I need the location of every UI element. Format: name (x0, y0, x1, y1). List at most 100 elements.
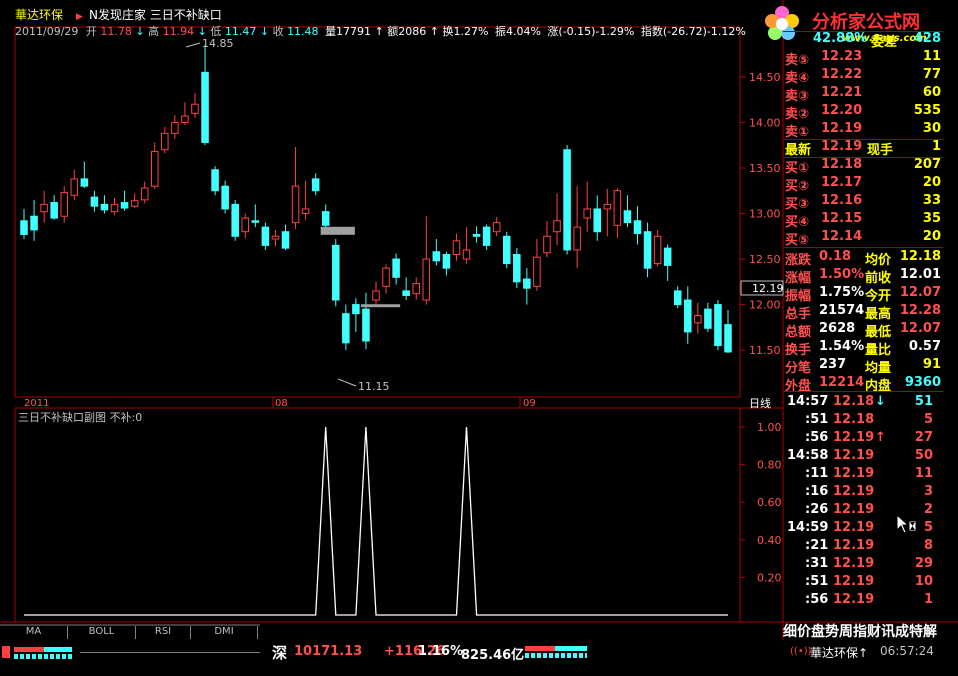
signal-icon: ((•)) (790, 646, 812, 657)
index-pct: 1.16% (418, 644, 464, 659)
sell-label: 卖② (785, 107, 810, 122)
down-arrow-icon: ↓ (135, 25, 144, 38)
candle-body (70, 178, 79, 196)
price-tick-label: 13.00 (749, 208, 781, 221)
candle-body (462, 249, 471, 260)
tick-volume: 11 (914, 466, 933, 481)
stat-value: 12.01 (899, 267, 941, 282)
candle (311, 173, 320, 196)
candle (442, 251, 451, 276)
candle-body (362, 308, 370, 342)
buy-price: 12.15 (821, 211, 863, 226)
tick-row: 14:58 12.19 50 (783, 448, 943, 466)
buy-price: 12.14 (821, 229, 863, 244)
tab-rsi[interactable]: RSI (136, 626, 191, 639)
price-tick-label: 12.00 (749, 299, 781, 312)
latest-row: 最新 12.19 现手 1 (783, 139, 943, 158)
tab-ma[interactable]: MA (0, 626, 68, 639)
hand-value: 1 (931, 139, 941, 154)
latest-price: 12.19 (821, 139, 863, 154)
candle (100, 195, 109, 214)
gap-marker (360, 304, 401, 308)
info-amplitude: 振4.04% (495, 24, 541, 38)
stat-row: 总额 2628 最低 12.07 (783, 321, 943, 340)
tick-row: :51 12.19 10 (783, 574, 943, 592)
sell-volume: 535 (913, 103, 941, 118)
mini-bar-down (44, 647, 72, 652)
candle-body (704, 308, 712, 329)
tick-time: :26 (805, 502, 829, 517)
candle-body (412, 283, 420, 295)
tick-time: :11 (805, 466, 829, 481)
candle (553, 193, 561, 246)
candle-body (502, 235, 511, 265)
buy-level-row: 买⑤ 12.14 20 (783, 229, 943, 248)
period-label[interactable]: 日线 (749, 396, 771, 410)
candle-body (261, 226, 270, 246)
tick-row: :56 12.19 ↑ 27 (783, 430, 943, 448)
tick-row: 14:59 12.19 5 (783, 520, 943, 538)
tick-time: 14:58 (787, 448, 829, 463)
candle-body (422, 258, 431, 301)
stat-row: 换手 1.54% 量比 0.57 (783, 339, 943, 358)
candle-body (613, 190, 622, 226)
candle (50, 195, 58, 220)
candle-body (673, 290, 682, 306)
candle-body (543, 235, 551, 254)
sell-price: 12.21 (821, 85, 863, 100)
candle-body (563, 149, 571, 251)
candle (573, 186, 581, 269)
candle (161, 126, 169, 154)
candle (643, 222, 652, 278)
mini-bar-up (14, 647, 44, 652)
status-stock[interactable]: 華达环保↑ (810, 644, 868, 661)
candle-body (201, 71, 209, 143)
stat-label: 最高 (865, 307, 892, 322)
candle-body (30, 215, 38, 231)
candle-body (281, 231, 290, 249)
tick-arrow-icon: ↓ (875, 394, 886, 409)
low-marker: 11.15 (358, 380, 390, 393)
price-chart-frame (14, 26, 741, 398)
price-axis: 14.50 14.00 13.50 13.00 12.50 12.00 11.50 (740, 71, 781, 357)
stat-row: 涨跌 0.18 均价 12.18 (783, 249, 943, 268)
candle (372, 281, 380, 305)
candle-body (684, 299, 692, 333)
stat-label: 前收 (865, 271, 892, 286)
candle-body (694, 315, 702, 324)
candle (422, 216, 431, 305)
candle-body (321, 211, 330, 226)
tab-dmi[interactable]: DMI (191, 626, 258, 639)
tick-time: :56 (805, 592, 829, 607)
tick-row: :51 12.18 5 (783, 412, 943, 430)
candle (342, 304, 350, 351)
candle-body (513, 253, 521, 283)
index-amount: 825.46亿 (461, 648, 525, 663)
tick-time: :51 (805, 574, 829, 589)
candle (663, 244, 672, 281)
panel-tabs[interactable]: 细价盘势周指财讯成特解 (783, 621, 958, 640)
sell-label: 卖⑤ (785, 53, 810, 68)
panel-separator (783, 391, 943, 392)
down-arrow-icon: ↓ (260, 25, 269, 38)
candle (211, 166, 219, 196)
left-status-strip (0, 644, 270, 664)
sell-price: 12.22 (821, 67, 863, 82)
tick-row: :21 12.19 8 (783, 538, 943, 556)
candle-body (301, 208, 310, 215)
title-arrow: ▶ (76, 12, 83, 22)
stat-value: 12.28 (899, 303, 941, 318)
tick-price: 12.19 (833, 538, 875, 553)
price-tick-label: 12.50 (749, 253, 781, 266)
info-open: 11.78 (100, 25, 132, 38)
breadth-down (555, 646, 587, 651)
stock-name[interactable]: 華达环保 (15, 8, 63, 22)
weibi-value: 42.88% (813, 31, 868, 46)
tick-time: :51 (805, 412, 829, 427)
tab-boll[interactable]: BOLL (68, 626, 136, 639)
candle (583, 181, 591, 232)
mini-bar-blocks (14, 654, 72, 659)
indicator-tick-label: 0.20 (757, 571, 782, 584)
hand-label: 现手 (867, 143, 894, 158)
candle (60, 186, 68, 223)
